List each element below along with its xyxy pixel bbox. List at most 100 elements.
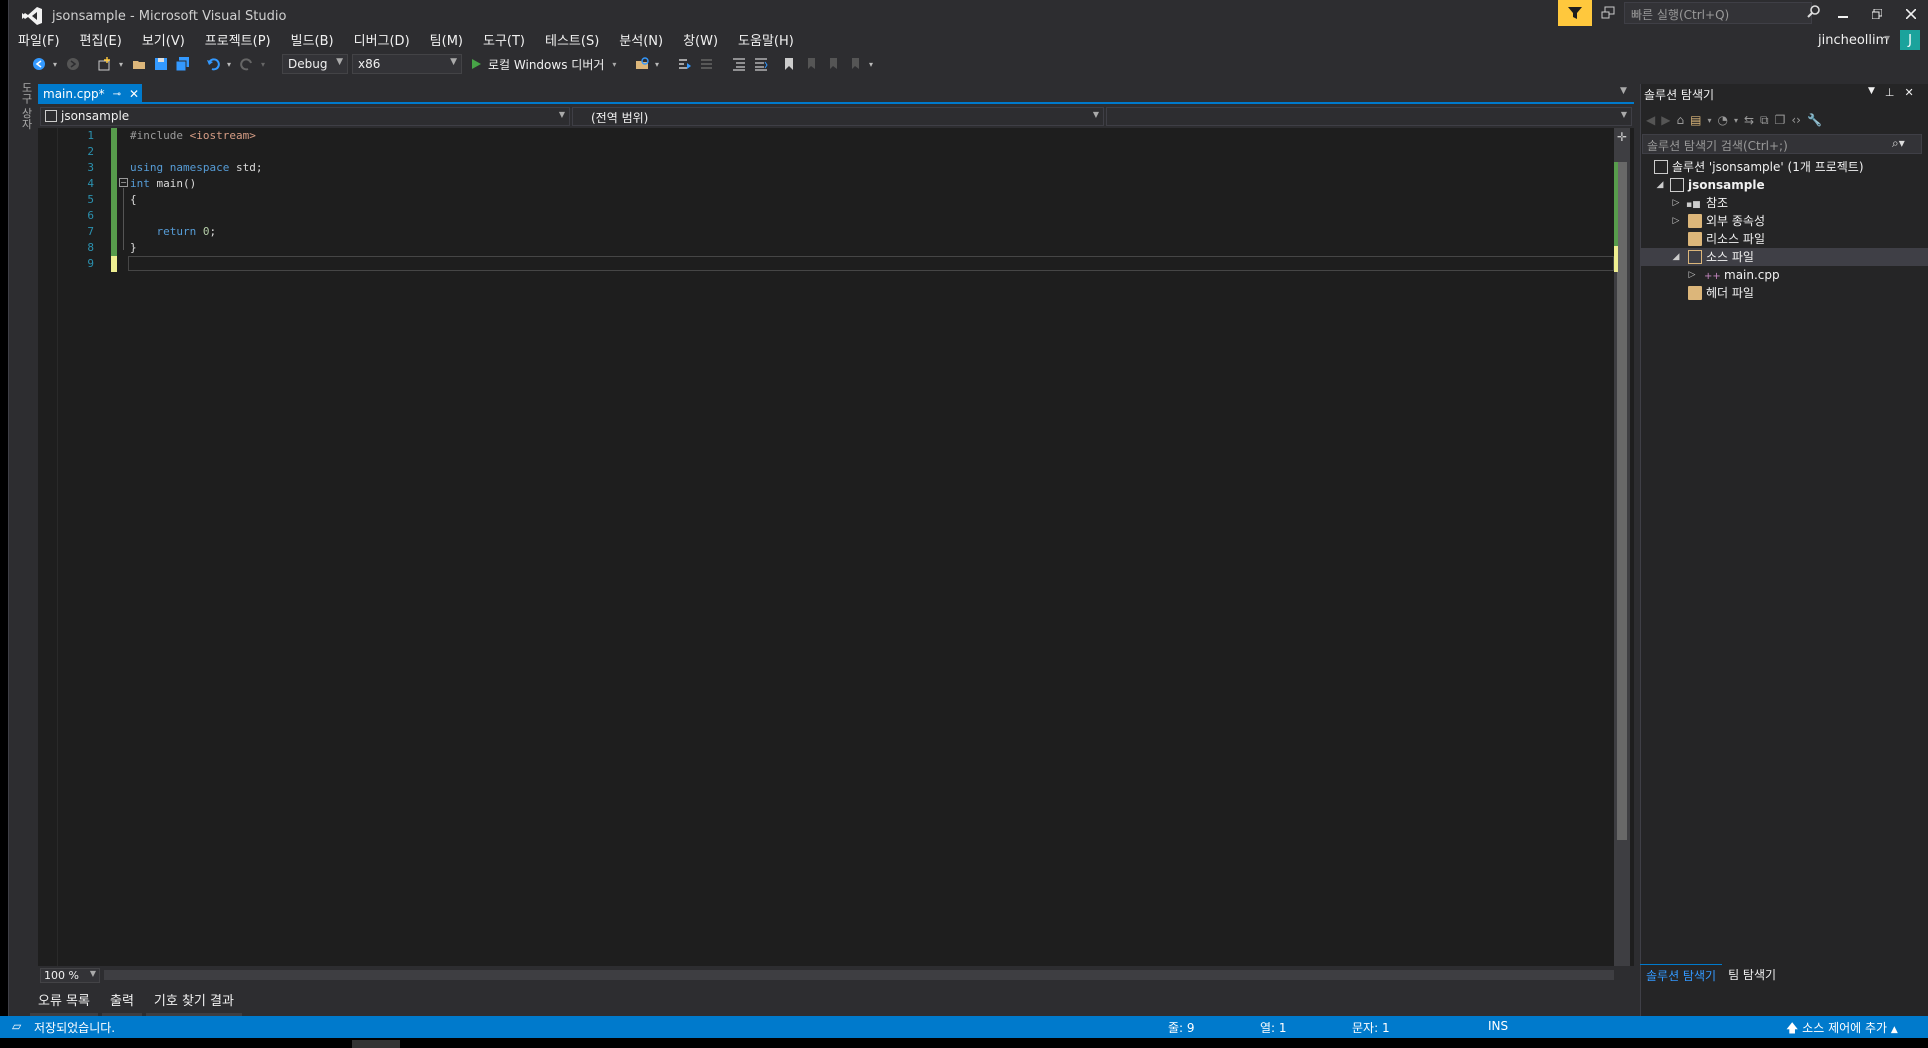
chevron-down-icon[interactable]: ▾ xyxy=(1707,116,1711,125)
view-code-icon[interactable]: ‹› xyxy=(1791,113,1801,127)
menu-test[interactable]: 테스트(S) xyxy=(535,28,609,50)
redo-icon[interactable] xyxy=(238,55,256,73)
previous-bookmark-icon[interactable] xyxy=(802,55,820,73)
horizontal-scrollbar[interactable] xyxy=(104,970,1614,980)
properties-icon[interactable]: 🔧 xyxy=(1807,113,1822,127)
chevron-down-icon[interactable]: ▾ xyxy=(224,55,234,73)
tree-item-source-files[interactable]: ◢ 소스 파일 xyxy=(1640,248,1928,266)
navigate-icon[interactable] xyxy=(676,55,694,73)
toolbox-side-tab[interactable]: 도구 상자 xyxy=(14,82,34,142)
show-all-files-icon[interactable]: ❐ xyxy=(1775,113,1786,127)
avatar[interactable]: J xyxy=(1900,30,1920,50)
tab-team-explorer[interactable]: 팀 탐색기 xyxy=(1722,964,1782,986)
feedback-icon[interactable] xyxy=(1596,2,1620,24)
quick-launch-input[interactable]: 빠른 실행(Ctrl+Q) xyxy=(1624,2,1812,24)
pending-changes-filter-icon[interactable]: ◔ xyxy=(1717,113,1727,127)
next-bookmark-icon[interactable] xyxy=(824,55,842,73)
tab-find-symbol-results[interactable]: 기호 찾기 결과 xyxy=(145,988,242,1017)
close-icon[interactable]: ✕ xyxy=(1905,86,1914,99)
save-icon[interactable] xyxy=(152,55,170,73)
sync-icon[interactable]: ⇆ xyxy=(1744,113,1754,127)
bookmark-icon[interactable] xyxy=(780,55,798,73)
menu-project[interactable]: 프로젝트(P) xyxy=(195,28,281,50)
tree-item-solution[interactable]: 솔루션 'jsonsample' (1개 프로젝트) xyxy=(1640,158,1928,176)
code-editor[interactable] xyxy=(38,128,1634,966)
user-name[interactable]: jincheollim xyxy=(1818,33,1888,48)
menu-team[interactable]: 팀(M) xyxy=(420,28,473,50)
clear-bookmarks-icon[interactable] xyxy=(846,55,864,73)
tree-item-header-files[interactable]: 헤더 파일 xyxy=(1640,284,1928,302)
collapsed-icon[interactable]: ▷ xyxy=(1670,212,1682,230)
tree-item-external-dependencies[interactable]: ▷ 외부 종속성 xyxy=(1640,212,1928,230)
add-to-source-control-button[interactable]: 🡅 소스 제어에 추가 ▲ xyxy=(1786,1019,1898,1040)
split-window-icon[interactable]: ✛ xyxy=(1615,130,1629,144)
back-icon[interactable] xyxy=(30,55,48,73)
chevron-down-icon[interactable]: ▾ xyxy=(1885,33,1890,44)
find-in-files-icon[interactable] xyxy=(632,55,652,73)
uncomment-icon[interactable] xyxy=(752,55,770,73)
step-icon[interactable] xyxy=(698,55,716,73)
search-icon[interactable] xyxy=(1806,4,1824,22)
solution-configuration-select[interactable]: Debug ▼ xyxy=(282,54,348,74)
project-select[interactable]: jsonsample ▼ xyxy=(40,107,570,126)
menu-help[interactable]: 도움말(H) xyxy=(728,28,804,50)
expanded-icon[interactable]: ◢ xyxy=(1654,176,1666,194)
search-icon[interactable]: ⌕▾ xyxy=(1892,136,1905,151)
collapsed-icon[interactable]: ▷ xyxy=(1670,194,1682,212)
close-icon[interactable]: ✕ xyxy=(129,87,139,101)
tree-item-project[interactable]: ◢ jsonsample xyxy=(1640,176,1928,194)
selection-margin[interactable] xyxy=(38,128,58,966)
solution-platform-select[interactable]: x86 ▼ xyxy=(352,54,462,74)
tab-overflow-icon[interactable]: ▼ xyxy=(1620,86,1627,96)
expanded-icon[interactable]: ◢ xyxy=(1670,248,1682,266)
tree-item-label: jsonsample xyxy=(1688,178,1765,192)
tab-error-list[interactable]: 오류 목록 xyxy=(30,988,98,1017)
chevron-down-icon[interactable]: ▼ xyxy=(1868,86,1875,99)
scrollbar-thumb[interactable] xyxy=(1617,162,1627,840)
toolbar-overflow-icon[interactable]: ▾ xyxy=(866,55,876,73)
menu-window[interactable]: 창(W) xyxy=(673,28,728,50)
switch-views-icon[interactable]: ▤ xyxy=(1690,113,1701,127)
menu-debug[interactable]: 디버그(D) xyxy=(344,28,420,50)
save-all-icon[interactable] xyxy=(174,55,192,73)
forward-icon[interactable] xyxy=(64,55,82,73)
undo-icon[interactable] xyxy=(204,55,222,73)
menu-analyze[interactable]: 분석(N) xyxy=(609,28,673,50)
tree-item-resource-files[interactable]: 리소스 파일 xyxy=(1640,230,1928,248)
menu-build[interactable]: 빌드(B) xyxy=(281,28,344,50)
chevron-down-icon[interactable]: ▾ xyxy=(258,55,268,73)
tab-output[interactable]: 출력 xyxy=(101,988,142,1017)
new-project-icon[interactable] xyxy=(96,55,114,73)
pin-icon[interactable]: ⊸ xyxy=(113,89,121,100)
pin-icon[interactable]: ⊥ xyxy=(1885,86,1895,99)
menu-file[interactable]: 파일(F) xyxy=(8,28,70,50)
solution-explorer-search-input[interactable]: 솔루션 탐색기 검색(Ctrl+;) xyxy=(1642,134,1922,154)
back-icon[interactable]: ◀ xyxy=(1646,113,1655,127)
member-select[interactable]: ▼ xyxy=(1106,107,1632,126)
menu-view[interactable]: 보기(V) xyxy=(132,28,195,50)
collapse-all-icon[interactable]: ⧉ xyxy=(1760,113,1769,128)
start-debugging-button[interactable]: 로컬 Windows 디버거 ▾ xyxy=(470,54,616,74)
tree-item-main-cpp[interactable]: ▷ ++ main.cpp xyxy=(1640,266,1928,284)
restore-icon[interactable] xyxy=(1860,2,1894,26)
collapsed-icon[interactable]: ▷ xyxy=(1686,266,1698,284)
tab-solution-explorer[interactable]: 솔루션 탐색기 xyxy=(1640,964,1723,986)
tab-main-cpp[interactable]: main.cpp* ⊸ ✕ xyxy=(38,84,142,104)
forward-icon[interactable]: ▶ xyxy=(1661,113,1670,127)
chevron-down-icon[interactable]: ▾ xyxy=(116,55,126,73)
open-file-icon[interactable] xyxy=(130,55,148,73)
collapse-outline-icon[interactable]: − xyxy=(119,178,128,187)
zoom-select[interactable]: 100 % ▼ xyxy=(40,968,100,983)
home-icon[interactable]: ⌂ xyxy=(1676,113,1684,127)
chevron-down-icon[interactable]: ▾ xyxy=(1734,116,1738,125)
chevron-down-icon[interactable]: ▾ xyxy=(50,55,60,73)
close-window-icon[interactable] xyxy=(1894,2,1928,26)
menu-edit[interactable]: 편집(E) xyxy=(70,28,132,50)
tree-item-references[interactable]: ▷ ▪■ 참조 xyxy=(1640,194,1928,212)
chevron-down-icon[interactable]: ▾ xyxy=(652,55,662,73)
menu-tools[interactable]: 도구(T) xyxy=(473,28,535,50)
minimize-icon[interactable] xyxy=(1826,2,1860,26)
comment-out-icon[interactable] xyxy=(730,55,748,73)
scope-select[interactable]: (전역 범위) ▼ xyxy=(572,107,1104,126)
notification-filter-icon[interactable] xyxy=(1558,0,1592,26)
